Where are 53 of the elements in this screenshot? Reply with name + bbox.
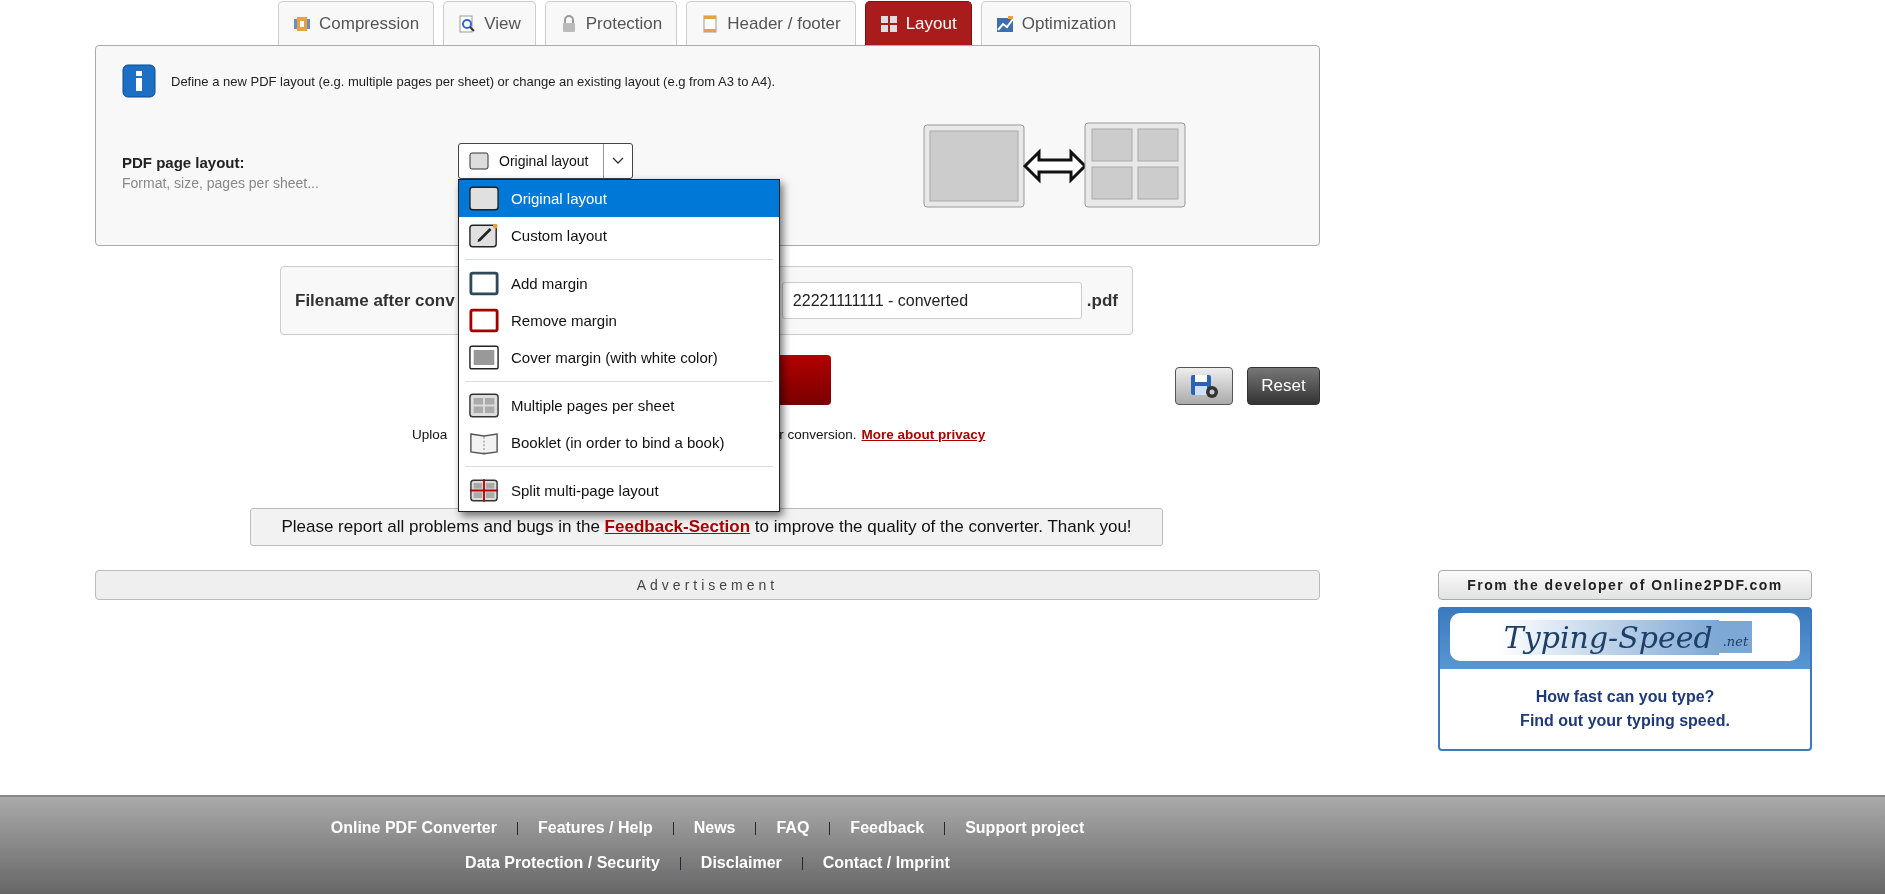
frame-icon (469, 271, 499, 296)
tab[interactable]: Protection (544, 1, 678, 45)
magnifier-icon (458, 14, 477, 33)
dropdown-option[interactable]: Split multi-page layout (459, 472, 779, 509)
filename-field[interactable]: 22221111111 - converted (781, 282, 1082, 319)
footer-link[interactable]: Contact / Imprint (822, 854, 950, 872)
pencil-icon (469, 223, 499, 248)
filename-label: Filename after conv (295, 290, 455, 311)
footer-link[interactable]: Disclaimer (700, 854, 782, 872)
dropdown-option[interactable]: Add margin (459, 265, 779, 302)
filled-frame-icon (469, 345, 499, 370)
promo-text: How fast can you type? (1535, 688, 1715, 706)
dropdown-option[interactable]: Original layout (459, 180, 779, 217)
save-settings-button[interactable] (1175, 367, 1233, 405)
tab[interactable]: Compression (278, 1, 435, 45)
page-icon (469, 152, 489, 170)
dropdown-option[interactable]: Booklet (in order to bind a book) (459, 424, 779, 461)
promo-text: Find out your typing speed. (1520, 712, 1730, 730)
tab[interactable]: Header / footer (686, 1, 856, 45)
dropdown-option[interactable]: Custom layout (459, 217, 779, 254)
footer-link[interactable]: Data Protection / Security (465, 854, 660, 872)
chart-icon (995, 14, 1014, 33)
dropdown-option[interactable]: Cover margin (with white color) (459, 339, 779, 376)
feedback-message: Please report all problems and bugs in the Feedback-Section to improve the quality of the converter. Thank you! (250, 508, 1163, 546)
tab[interactable]: View (443, 1, 536, 45)
layout-select[interactable]: Original layout (458, 143, 633, 179)
info-icon (122, 64, 156, 98)
field-hint: Format, size, pages per sheet... (122, 175, 320, 191)
book-icon (469, 430, 499, 455)
logo: Typing-Speed .net (1450, 613, 1800, 661)
advertisement-label: Advertisement (95, 570, 1320, 600)
feedback-link[interactable]: Feedback-Section (604, 517, 751, 536)
tab[interactable]: Layout (864, 1, 972, 45)
tab[interactable]: Optimization (980, 1, 1132, 45)
grid-icon (879, 14, 898, 33)
privacy-link[interactable]: More about privacy (861, 427, 986, 442)
privacy-note: Uploa (412, 427, 448, 442)
dropdown-option[interactable]: Multiple pages per sheet (459, 387, 779, 424)
privacy-note: r conversion. (779, 427, 857, 442)
promo-header: From the developer of Online2PDF.com (1438, 570, 1812, 600)
extension-label: .pdf (1086, 290, 1118, 311)
page-icon (469, 186, 499, 211)
split-icon (469, 478, 499, 503)
field-label: PDF page layout: (122, 154, 246, 171)
reset-button[interactable]: Reset (1247, 367, 1320, 405)
floppy-gear-icon (1189, 373, 1219, 399)
info-text: Define a new PDF layout (e.g. multiple pages per sheet) or change an existing layout (e.g from A3 to A4). (171, 73, 776, 89)
promo-card[interactable]: Typing-Speed .net How fast can you type? Find out your typing speed. (1438, 607, 1812, 751)
dropdown-option[interactable]: Remove margin (459, 302, 779, 339)
frame-icon (469, 308, 499, 333)
compress-icon (293, 14, 311, 33)
grid-icon (469, 393, 499, 418)
page-icon (701, 14, 720, 33)
